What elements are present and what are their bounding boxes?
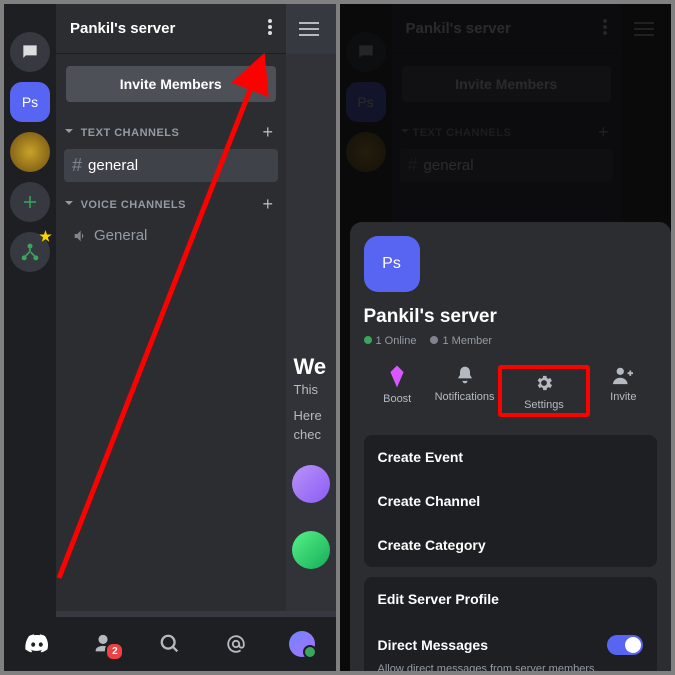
- hash-icon: #: [72, 155, 82, 176]
- add-server-button[interactable]: [10, 182, 50, 222]
- toggle-switch[interactable]: [607, 635, 643, 655]
- bottom-tab-bar: 2: [4, 617, 336, 671]
- server-status: 1 Online 1 Member: [364, 335, 658, 347]
- text-channels-category[interactable]: TEXT CHANNELS +: [56, 112, 286, 147]
- user-plus-icon: [612, 365, 634, 385]
- voice-channels-label: VOICE CHANNELS: [81, 199, 186, 211]
- search-icon: [159, 633, 181, 655]
- online-dot-icon: [364, 336, 372, 344]
- chat-bubble-icon: [20, 42, 40, 62]
- notifications-button[interactable]: Notifications: [431, 365, 498, 417]
- action-label: Settings: [524, 399, 564, 411]
- discord-logo-icon: [24, 634, 50, 654]
- dm-subtitle: Allow direct messages from server member…: [364, 663, 658, 671]
- channel-panel: Pankil's server Invite Members TEXT CHAN…: [56, 4, 286, 611]
- online-count: 1 Online: [376, 335, 417, 347]
- server-icon-active[interactable]: Ps: [10, 82, 50, 122]
- server-actions-sheet: Ps Pankil's server 1 Online 1 Member Boo…: [350, 222, 672, 671]
- member-count: 1 Member: [442, 335, 492, 347]
- profile-group: Edit Server Profile Direct Messages Allo…: [364, 577, 658, 671]
- direct-messages-toggle[interactable]: Direct Messages: [364, 621, 658, 669]
- mention-icon: [225, 633, 247, 655]
- channel-label: General: [94, 227, 147, 244]
- server-menu-kebab[interactable]: [268, 19, 272, 39]
- create-group: Create Event Create Channel Create Categ…: [364, 435, 658, 567]
- channel-general-text[interactable]: # general: [64, 149, 278, 182]
- welcome-title: We: [286, 354, 336, 380]
- action-label: Boost: [383, 393, 411, 405]
- server-rail: Ps: [4, 4, 56, 671]
- create-event[interactable]: Create Event: [364, 435, 658, 479]
- server-name: Pankil's server: [364, 306, 658, 328]
- action-label: Notifications: [435, 391, 495, 403]
- add-text-channel[interactable]: +: [262, 122, 273, 143]
- suggestion-pill-2[interactable]: [292, 531, 330, 569]
- boost-icon: [386, 365, 408, 387]
- channel-general-voice[interactable]: General: [64, 221, 278, 250]
- chevron-down-icon: [64, 126, 74, 139]
- create-channel[interactable]: Create Channel: [364, 479, 658, 523]
- chevron-down-icon: [64, 198, 74, 211]
- server-icon-2[interactable]: [10, 132, 50, 172]
- invite-button[interactable]: Invite: [590, 365, 657, 417]
- quick-actions: Boost Notifications Settings Invite: [364, 365, 658, 417]
- text-channels-label: TEXT CHANNELS: [81, 127, 180, 139]
- dm-title: Direct Messages: [378, 637, 489, 653]
- channel-label: general: [88, 157, 138, 174]
- edit-server-profile[interactable]: Edit Server Profile: [364, 577, 658, 621]
- discord-channel-list-screen: Ps Pankil's server Invite Members TEX: [4, 4, 336, 671]
- student-hub-button[interactable]: [10, 232, 50, 272]
- invite-members-button[interactable]: Invite Members: [66, 66, 276, 102]
- hamburger-icon: [299, 22, 319, 36]
- tab-profile[interactable]: [287, 629, 317, 659]
- server-title: Pankil's server: [70, 20, 175, 37]
- hub-tree-icon: [20, 242, 40, 262]
- tab-calls[interactable]: 2: [88, 629, 118, 659]
- member-dot-icon: [430, 336, 438, 344]
- add-voice-channel[interactable]: +: [262, 194, 273, 215]
- create-category[interactable]: Create Category: [364, 523, 658, 567]
- member-list-toggle[interactable]: [286, 4, 332, 54]
- suggestion-pill-1[interactable]: [292, 465, 330, 503]
- welcome-sub: This: [286, 380, 336, 400]
- user-avatar: [289, 631, 315, 657]
- chat-content-peek: We This Here chec: [286, 54, 336, 611]
- notification-badge: 2: [105, 642, 124, 661]
- action-label: Invite: [610, 391, 636, 403]
- bell-icon: [455, 365, 475, 385]
- server-icon[interactable]: Ps: [364, 236, 420, 292]
- tab-search[interactable]: [155, 629, 185, 659]
- kebab-icon: [268, 19, 272, 35]
- boost-button[interactable]: Boost: [364, 365, 431, 417]
- welcome-sub: chec: [286, 425, 336, 445]
- gear-icon: [534, 373, 554, 393]
- tab-mentions[interactable]: [221, 629, 251, 659]
- tab-home[interactable]: [22, 629, 52, 659]
- discord-server-menu-screen: Ps Pankil's server Invite Members TEXT C…: [340, 4, 672, 671]
- dm-button[interactable]: [10, 32, 50, 72]
- voice-channels-category[interactable]: VOICE CHANNELS +: [56, 184, 286, 219]
- plus-icon: [21, 193, 39, 211]
- speaker-icon: [72, 228, 88, 244]
- server-header[interactable]: Pankil's server: [56, 4, 286, 54]
- welcome-sub: Here: [286, 406, 336, 426]
- settings-button[interactable]: Settings: [498, 365, 589, 417]
